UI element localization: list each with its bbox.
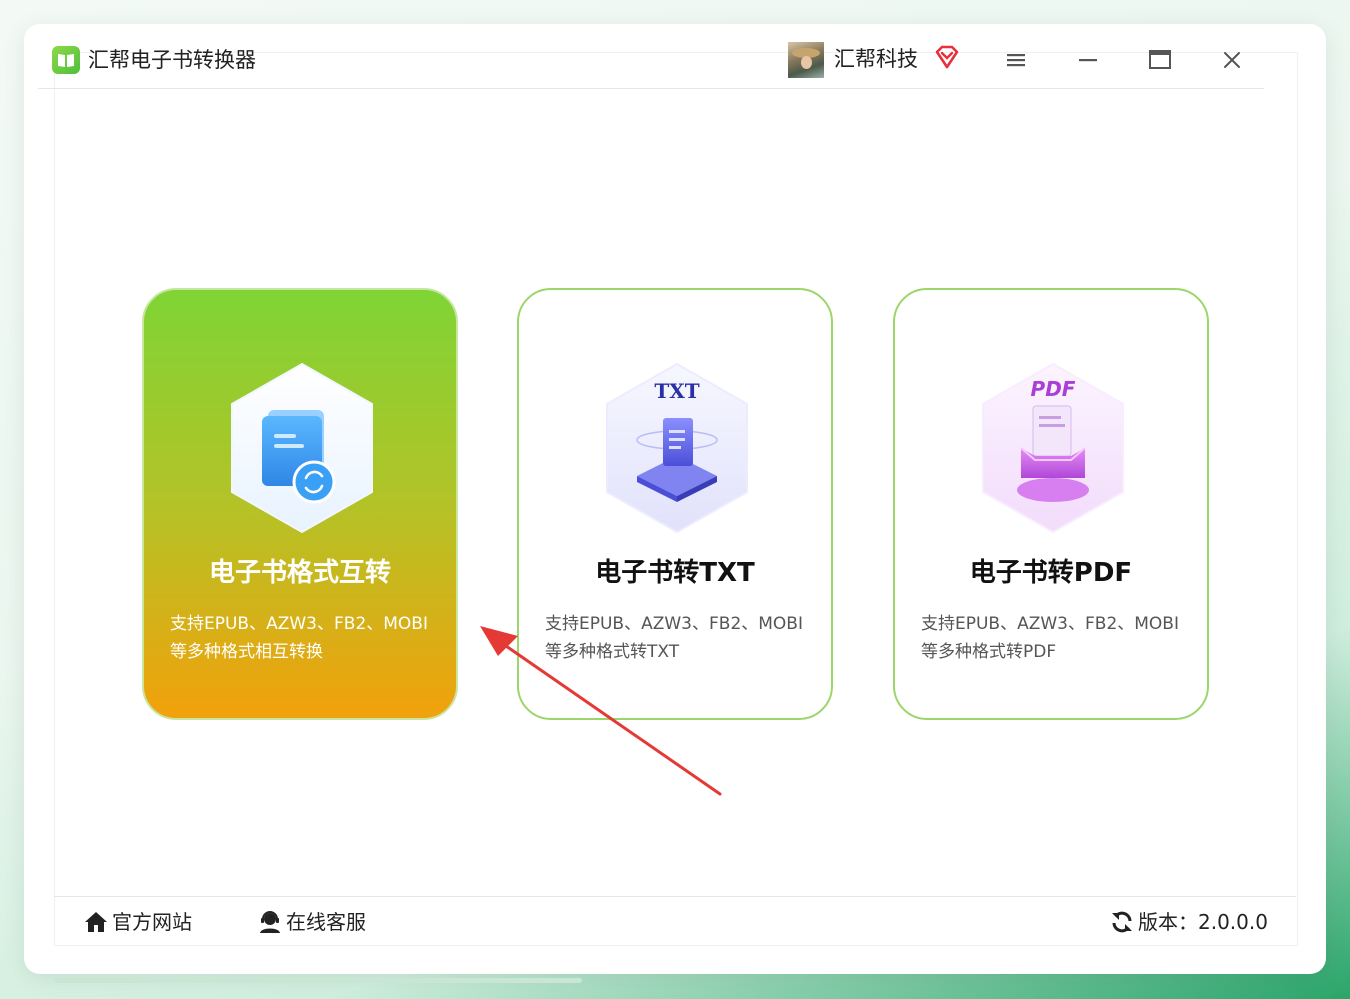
card-ebook-to-pdf[interactable]: PDF 电子书转PDF 支持EPUB、AZW3、FB2、MOBI 等多种格式转P… [893, 288, 1209, 720]
maximize-icon [1149, 50, 1171, 69]
card-title: 电子书格式互转 [208, 558, 391, 588]
close-button[interactable] [1218, 46, 1246, 74]
book-logo-icon [52, 46, 80, 74]
online-support-link[interactable]: 在线客服 [258, 907, 398, 937]
card-title: 电子书转PDF [969, 558, 1133, 588]
annotation-arrow [480, 626, 722, 796]
refresh-icon [1112, 911, 1132, 933]
company-name[interactable]: 汇帮科技 [834, 45, 918, 73]
card-description: 支持EPUB、AZW3、FB2、MOBI 等多种格式相互转换 [170, 610, 440, 666]
card-desc-line: 等多种格式转PDF [921, 642, 1057, 662]
horizontal-scrollbar[interactable] [54, 978, 582, 983]
customer-service-icon [260, 911, 280, 933]
card-desc-line: 支持EPUB、AZW3、FB2、MOBI [170, 614, 428, 634]
version-label: 版本：2.0.0.0 [1138, 910, 1268, 934]
footer-bar: 官方网站 在线客服 版本：2.0.0.0 [54, 896, 1296, 947]
title-bar: 汇帮电子书转换器 汇帮科技 [38, 30, 1264, 89]
card-description: 支持EPUB、AZW3、FB2、MOBI 等多种格式转PDF [921, 610, 1191, 666]
pdf-icon-label: PDF [1031, 377, 1076, 401]
menu-icon [1007, 54, 1025, 67]
card-desc-line: 支持EPUB、AZW3、FB2、MOBI [921, 614, 1179, 634]
vip-diamond-icon[interactable] [934, 44, 960, 70]
txt-icon-label: TXT [654, 379, 699, 403]
maximize-button[interactable] [1146, 46, 1174, 74]
close-icon [1224, 52, 1240, 68]
app-title: 汇帮电子书转换器 [88, 48, 256, 72]
online-support-label: 在线客服 [286, 910, 366, 934]
card-ebook-format-convert[interactable]: 电子书格式互转 支持EPUB、AZW3、FB2、MOBI 等多种格式相互转换 [142, 288, 458, 720]
card-title: 电子书转TXT [595, 558, 755, 588]
home-icon [85, 912, 107, 932]
txt-document-icon: TXT [603, 360, 751, 536]
minimize-icon [1079, 59, 1097, 62]
ebook-convert-icon [228, 360, 376, 536]
pdf-document-icon: PDF [979, 360, 1127, 536]
minimize-button[interactable] [1074, 46, 1102, 74]
menu-button[interactable] [1002, 46, 1030, 74]
official-website-label: 官方网站 [112, 910, 192, 934]
user-avatar[interactable] [788, 42, 824, 78]
card-desc-line: 等多种格式相互转换 [170, 642, 323, 662]
official-website-link[interactable]: 官方网站 [84, 907, 224, 937]
version-info[interactable]: 版本：2.0.0.0 [1110, 907, 1286, 937]
